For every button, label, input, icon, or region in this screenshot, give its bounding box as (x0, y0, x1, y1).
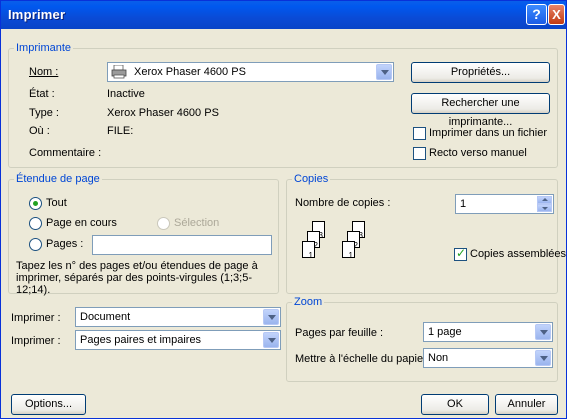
print-to-file-checkbox[interactable] (413, 127, 426, 140)
print-to-file-label[interactable]: Imprimer dans un fichier (429, 127, 547, 139)
page-range-hint: Tapez les n° des pages et/ou étendues de… (16, 260, 258, 296)
chevron-down-icon[interactable] (263, 332, 279, 348)
scale-to-paper-select[interactable]: Non (423, 348, 553, 368)
printer-name-label: Nom : (29, 66, 59, 78)
help-button[interactable]: ? (526, 4, 547, 25)
printer-type-value: Xerox Phaser 4600 PS (107, 107, 219, 119)
copies-group: Copies Nombre de copies : 1 3 2 1 3 2 1 … (286, 173, 566, 294)
copies-count-input[interactable]: 1 (455, 194, 554, 214)
print-what-select[interactable]: Document (75, 307, 281, 327)
range-selection-label[interactable]: Sélection (174, 217, 219, 229)
printer-status-label: État : (29, 88, 55, 100)
scale-to-paper-label: Mettre à l'échelle du papier : (295, 353, 433, 365)
pages-input[interactable] (92, 235, 272, 255)
pages-per-sheet-label: Pages par feuille : (295, 327, 384, 339)
copies-count-value: 1 (460, 198, 467, 210)
scale-to-paper-value: Non (428, 352, 449, 364)
zoom-group-title: Zoom (292, 296, 325, 308)
page-range-group: Étendue de page Tout Page en cours Sélec… (8, 173, 279, 296)
printer-comment-label: Commentaire : (29, 147, 102, 159)
range-all-radio[interactable] (29, 197, 42, 210)
copies-spinner[interactable] (537, 196, 552, 212)
zoom-group: Zoom Pages par feuille : 1 page Mettre à… (286, 296, 558, 382)
manual-duplex-label[interactable]: Recto verso manuel (429, 147, 527, 159)
printer-where-label: Où : (29, 125, 50, 137)
printer-name-value: Xerox Phaser 4600 PS (134, 66, 246, 78)
print-what-value: Document (80, 311, 131, 323)
printer-group: Imprimante Nom : Xerox Phaser 4600 PS Ét… (8, 42, 558, 168)
spin-down-icon[interactable] (537, 204, 552, 212)
collate-label[interactable]: Copies assemblées (470, 248, 566, 260)
ok-button[interactable]: OK (421, 394, 489, 415)
printer-where-value: FILE: (107, 125, 134, 137)
close-button[interactable]: X (548, 4, 565, 25)
chevron-down-icon[interactable] (535, 324, 551, 340)
chevron-down-icon[interactable] (535, 350, 551, 366)
page-icon: 1 (342, 241, 355, 260)
range-all-label[interactable]: Tout (46, 197, 67, 209)
print-dialog: Imprimer ? X Imprimante Nom : Xerox Phas… (0, 0, 567, 419)
print-pages-select[interactable]: Pages paires et impaires (75, 330, 281, 350)
copies-count-label: Nombre de copies : (295, 197, 391, 209)
page-icon: 1 (302, 241, 315, 260)
properties-button[interactable]: Propriétés... (411, 62, 550, 83)
range-current-page-label[interactable]: Page en cours (46, 217, 117, 229)
manual-duplex-checkbox[interactable] (413, 147, 426, 160)
range-selection-radio[interactable] (157, 217, 170, 230)
printer-group-title: Imprimante (14, 42, 74, 54)
printer-type-label: Type : (29, 107, 59, 119)
printer-name-select[interactable]: Xerox Phaser 4600 PS (107, 62, 394, 82)
chevron-down-icon[interactable] (263, 309, 279, 325)
print-pages-value: Pages paires et impaires (80, 334, 202, 346)
find-printer-button[interactable]: Rechercher une imprimante... (411, 93, 550, 128)
print-what-label: Imprimer : (11, 312, 61, 324)
spin-up-icon[interactable] (537, 196, 552, 204)
range-current-page-radio[interactable] (29, 217, 42, 230)
copies-group-title: Copies (292, 173, 331, 185)
pages-per-sheet-select[interactable]: 1 page (423, 322, 553, 342)
options-button[interactable]: Options... (11, 394, 86, 415)
window-title: Imprimer (8, 7, 66, 22)
printer-status-value: Inactive (107, 88, 145, 100)
page-range-group-title: Étendue de page (14, 173, 102, 185)
chevron-down-icon[interactable] (376, 64, 392, 80)
cancel-button[interactable]: Annuler (495, 394, 558, 415)
printer-icon (111, 65, 127, 79)
collate-checkbox[interactable] (454, 246, 467, 261)
range-pages-label[interactable]: Pages : (46, 238, 83, 250)
pages-per-sheet-value: 1 page (428, 326, 462, 338)
print-pages-label: Imprimer : (11, 335, 61, 347)
range-pages-radio[interactable] (29, 238, 42, 251)
title-bar[interactable]: Imprimer ? X (1, 1, 566, 29)
